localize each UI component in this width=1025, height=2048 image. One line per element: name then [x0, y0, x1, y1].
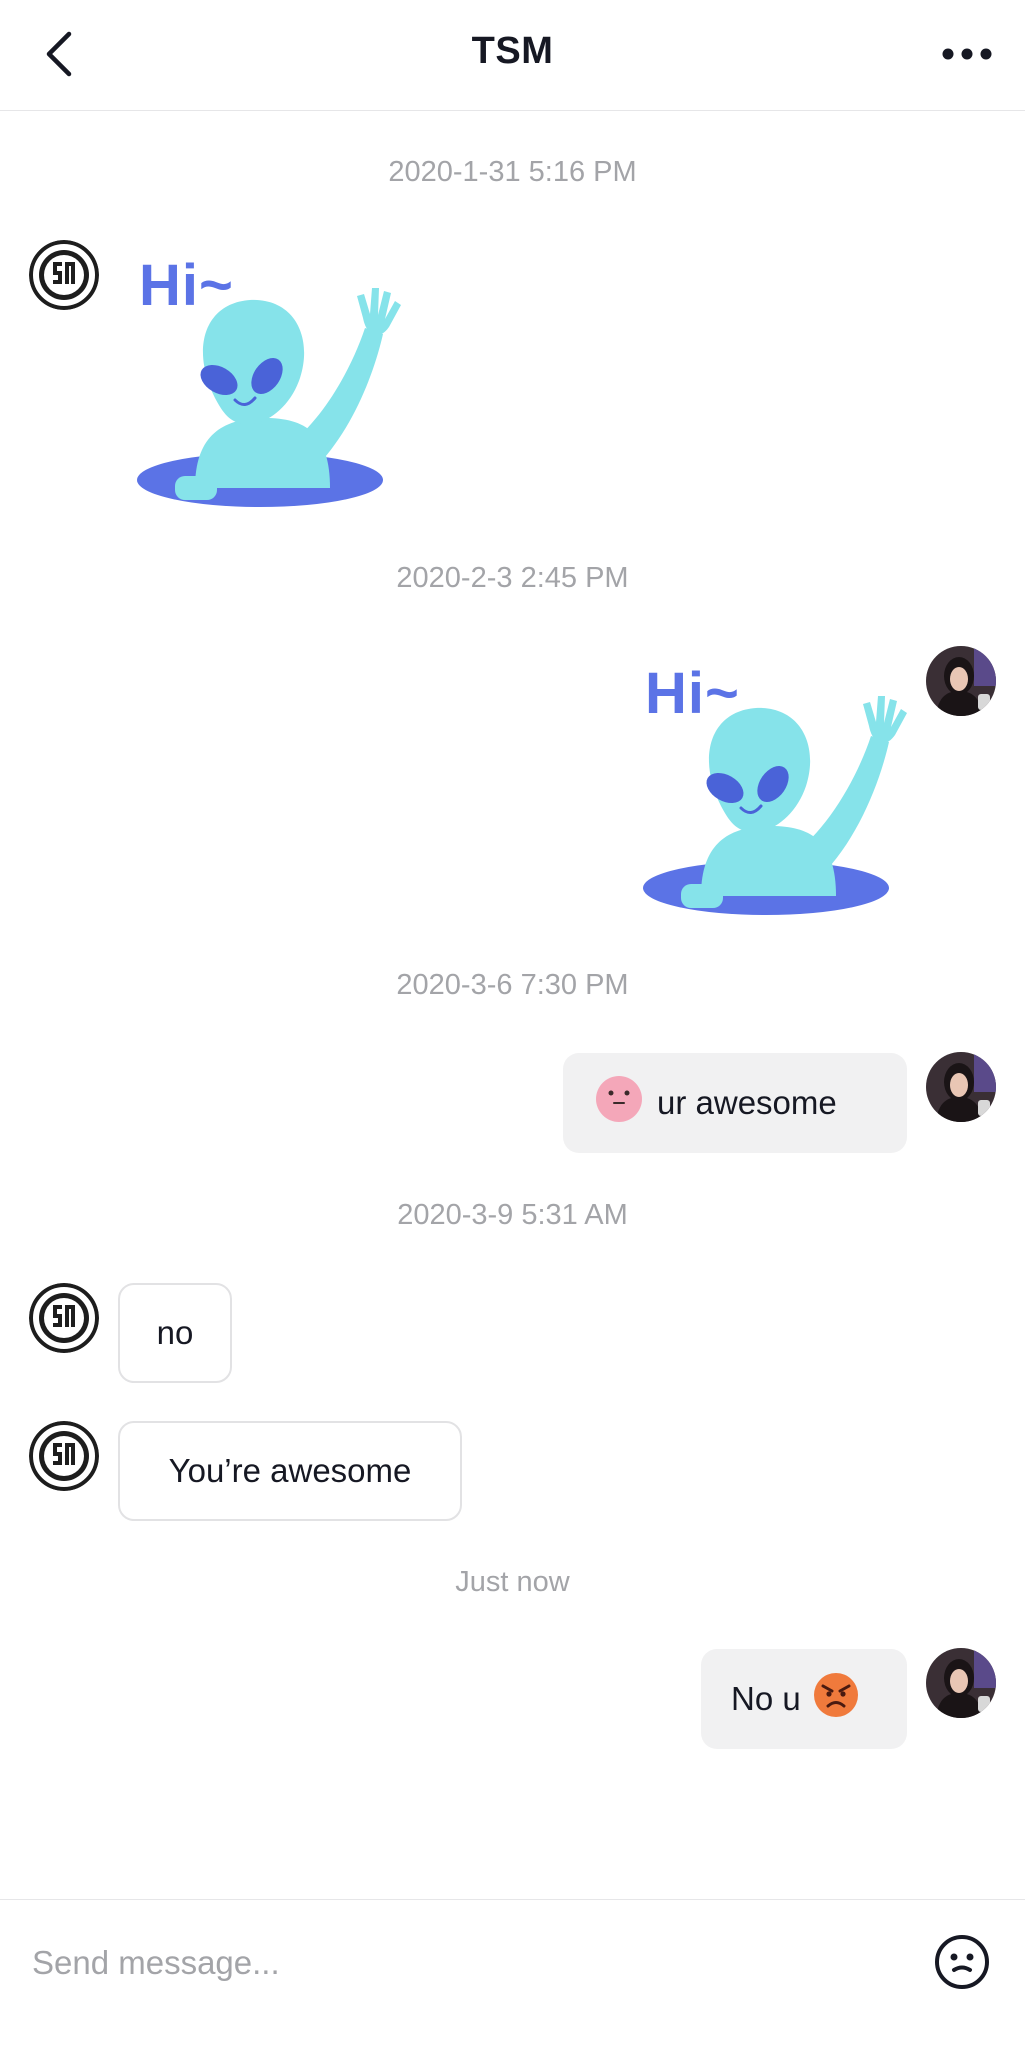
message-input-bar	[0, 1899, 1025, 2048]
alien-hi-sticker[interactable]: Hi~	[135, 248, 425, 518]
outgoing-message-bubble[interactable]: No u	[701, 1649, 907, 1749]
angry-face-icon	[813, 1672, 859, 1726]
message-timestamp: 2020-1-31 5:16 PM	[388, 156, 637, 188]
emoji-button[interactable]	[934, 1934, 990, 1990]
message-text: You’re awesome	[168, 1452, 412, 1489]
alien-hi-sticker[interactable]: Hi~	[641, 656, 931, 926]
my-avatar[interactable]	[926, 1648, 996, 1718]
message-timestamp: Just now	[455, 1566, 570, 1598]
my-avatar[interactable]	[926, 1052, 996, 1122]
message-text: no	[156, 1314, 194, 1351]
message-text: No u	[731, 1680, 801, 1717]
outgoing-message-bubble[interactable]: ur awesome	[563, 1053, 907, 1153]
my-avatar[interactable]	[926, 646, 996, 716]
blush-face-icon	[595, 1075, 643, 1131]
chat-screen: TSM 2020-1-31 5:16 PM Hi~ 2020-2-3 2:45 …	[0, 0, 1025, 2048]
tsm-avatar[interactable]	[29, 240, 99, 310]
incoming-message-bubble[interactable]: You’re awesome	[118, 1421, 462, 1521]
tsm-avatar[interactable]	[29, 1283, 99, 1353]
chat-header: TSM	[0, 0, 1025, 111]
message-input[interactable]	[32, 1928, 892, 1998]
message-timestamp: 2020-3-9 5:31 AM	[397, 1199, 628, 1231]
more-horizontal-icon	[941, 47, 993, 66]
message-timestamp: 2020-2-3 2:45 PM	[396, 562, 629, 594]
message-text: ur awesome	[657, 1084, 837, 1121]
smiley-face-icon	[934, 1935, 990, 1994]
chat-title: TSM	[471, 30, 554, 72]
more-options-button[interactable]	[937, 36, 997, 76]
tsm-avatar[interactable]	[29, 1421, 99, 1491]
incoming-message-bubble[interactable]: no	[118, 1283, 232, 1383]
message-timestamp: 2020-3-6 7:30 PM	[396, 969, 629, 1001]
